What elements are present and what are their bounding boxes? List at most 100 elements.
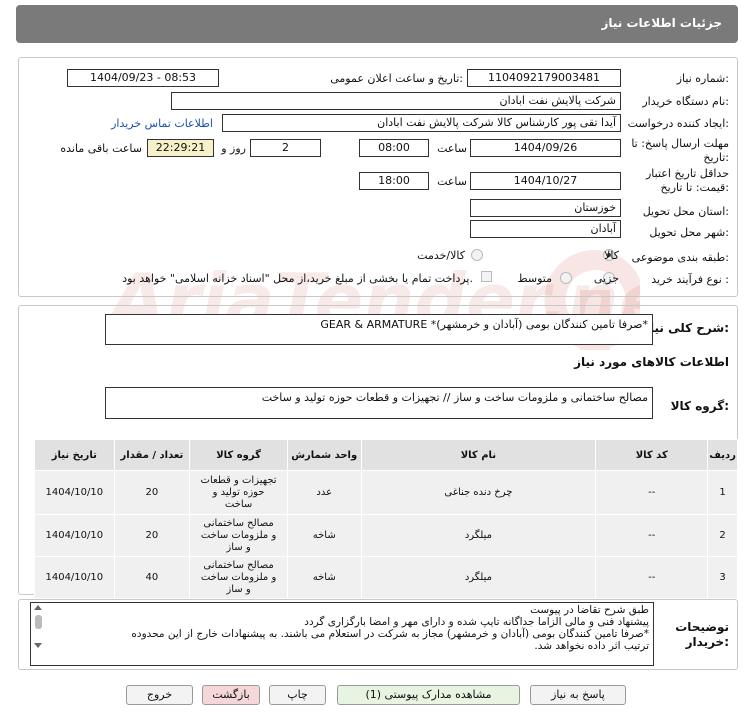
summary-field: GEAR & ARMATURE *صرفا تامین کنندگان بومی… [105,314,653,345]
cell-qty: 20 [113,470,191,515]
goods-group-field: مصالح ساختمانی و ملزومات ساخت و ساز // ت… [105,387,653,419]
cell-row: 2 [707,514,738,557]
cell-unit: شاخه [286,514,362,557]
cell-code: -- [595,556,709,599]
cell-date: 1404/10/10 [34,514,115,557]
table-row: 1404/10/10 20 تجهیزات و قطعات حوزه تولید … [34,470,738,515]
requester-label: ایجاد کننده درخواست: [627,117,729,130]
goods-section-title: اطلاعات کالاهای مورد نیاز [574,355,729,369]
cell-name: چرخ دنده جناغی [360,470,597,515]
city-label: شهر محل تحویل: [649,226,729,239]
validity-label-2: قیمت: تا تاریخ: [660,181,729,194]
announce-field: 1404/09/23 - 08:53 [67,69,219,87]
category-label: طبقه بندی موضوعی: [631,251,729,264]
deadline-time-field: 08:00 [359,139,429,157]
cell-group-line: ساخت [224,498,253,510]
process-option-medium: متوسط [517,272,552,285]
attachments-button[interactable]: مشاهده مدارک پیوستی (1) [337,685,520,705]
exit-button[interactable]: خروج [126,685,193,705]
col-date: تاریخ نیاز [34,439,115,471]
validity-label: حداقل تاریخ اعتبار [645,167,729,180]
cell-group-line: مصالح ساختمانی [203,559,274,571]
process-label: نوع فرآیند خرید : [651,273,729,286]
process-radio-medium[interactable] [560,272,572,284]
deadline-time-label: ساعت [437,142,467,155]
page-title: جزئیات اطلاعات نیاز [601,16,722,30]
category-option-goods: کالا [604,249,619,262]
deadline-label-2: تاریخ: [703,151,729,164]
payment-note: پرداخت تمام یا بخشی از مبلغ خرید،از محل … [122,272,473,285]
validity-date-field: 1404/10/27 [470,172,621,190]
remaining-label: ساعت باقی مانده [60,142,142,155]
cell-group-line: و ساز [226,541,251,553]
notes-scrollbar[interactable] [33,604,43,664]
notes-line: پیشنهاد فنی و مالی الزاما جداگانه تایپ ش… [304,616,649,628]
process-option-minor: جزیی [593,272,619,285]
buyer-org-field: شرکت پالایش نفت ابادان [171,92,621,110]
buyer-org-label: نام دستگاه خریدار: [642,95,729,108]
scroll-down-icon[interactable] [34,643,42,648]
col-row: ردیف [707,439,738,471]
table-row: 1404/10/10 20 مصالح ساختمانی و ملزومات سا… [34,514,738,557]
scroll-thumb[interactable] [34,615,42,629]
items-table: تاریخ نیاز تعداد / مقدار گروه کالا واحد … [34,439,738,599]
notes-line: ترتیب اثر داده نخواهد شد. [534,640,649,652]
cell-group-line: و ساز [226,583,251,595]
province-label: استان محل تحویل: [642,205,729,218]
table-header-row: تاریخ نیاز تعداد / مقدار گروه کالا واحد … [34,439,738,471]
cell-group-line: تجهیزات و قطعات [200,474,277,486]
requester-field: آیدا تقی پور کارشناس کالا شرکت پالایش نف… [222,114,621,132]
col-name: نام کالا [360,439,597,471]
cell-group-line: مصالح ساختمانی [203,517,274,529]
cell-group: مصالح ساختمانی و ملزومات ساخت و ساز [189,514,288,557]
deadline-label: مهلت ارسال پاسخ: تا [631,137,729,150]
category-radio-goods-service[interactable] [471,249,483,261]
notes-label: توضیحات [675,620,729,634]
table-row: 1404/10/10 40 مصالح ساختمانی و ملزومات سا… [34,556,738,599]
back-button[interactable]: بازگشت [202,685,260,705]
payment-checkbox[interactable] [481,271,492,282]
notes-line: طبق شرح تقاضا در پیوست [530,604,649,616]
cell-date: 1404/10/10 [34,470,115,515]
goods-group-label: گروه کالا: [670,399,729,413]
category-option-goods-service: کالا/خدمت [417,249,465,262]
col-code: کد کالا [595,439,709,471]
contact-buyer-link[interactable]: اطلاعات تماس خریدار [111,117,213,130]
cell-name: میلگرد [360,556,597,599]
validity-time-field: 18:00 [359,172,429,190]
cell-qty: 40 [113,556,191,599]
validity-time-label: ساعت [437,175,467,188]
col-unit: واحد شمارش [286,439,362,471]
scroll-up-icon[interactable] [34,605,42,610]
deadline-date-field: 1404/09/26 [470,139,621,157]
cell-row: 3 [707,556,738,599]
cell-code: -- [595,470,709,515]
cell-group-line: و ملزومات ساخت [200,529,277,541]
cell-group-line: حوزه تولید و [212,486,265,498]
city-field: آبادان [470,220,621,238]
days-field: 2 [250,139,321,157]
cell-unit: شاخه [286,556,362,599]
need-number-label: شماره نیاز: [676,72,729,85]
page-header: جزئیات اطلاعات نیاز [16,5,738,43]
need-number-field: 1104092179003481 [467,69,621,87]
announce-label: تاریخ و ساعت اعلان عمومی: [330,72,463,85]
reply-button[interactable]: پاسخ به نیاز [530,685,626,705]
cell-code: -- [595,514,709,557]
col-qty: تعداد / مقدار [113,439,191,471]
cell-group: مصالح ساختمانی و ملزومات ساخت و ساز [189,556,288,599]
province-field: خوزستان [470,199,621,217]
cell-row: 1 [707,470,738,515]
notes-line: *صرفا تامین کنندگان بومی (آبادان و خرمشه… [131,628,649,640]
cell-name: میلگرد [360,514,597,557]
cell-group: تجهیزات و قطعات حوزه تولید و ساخت [189,470,288,515]
col-group: گروه کالا [189,439,288,471]
cell-qty: 20 [113,514,191,557]
remaining-time-field: 22:29:21 [147,139,214,157]
cell-group-line: و ملزومات ساخت [200,571,277,583]
print-button[interactable]: چاپ [269,685,326,705]
days-label: روز و [221,142,246,155]
summary-label: شرح کلی نیاز: [643,321,729,335]
cell-date: 1404/10/10 [34,556,115,599]
notes-field: طبق شرح تقاضا در پیوست پیشنهاد فنی و مال… [30,602,654,666]
